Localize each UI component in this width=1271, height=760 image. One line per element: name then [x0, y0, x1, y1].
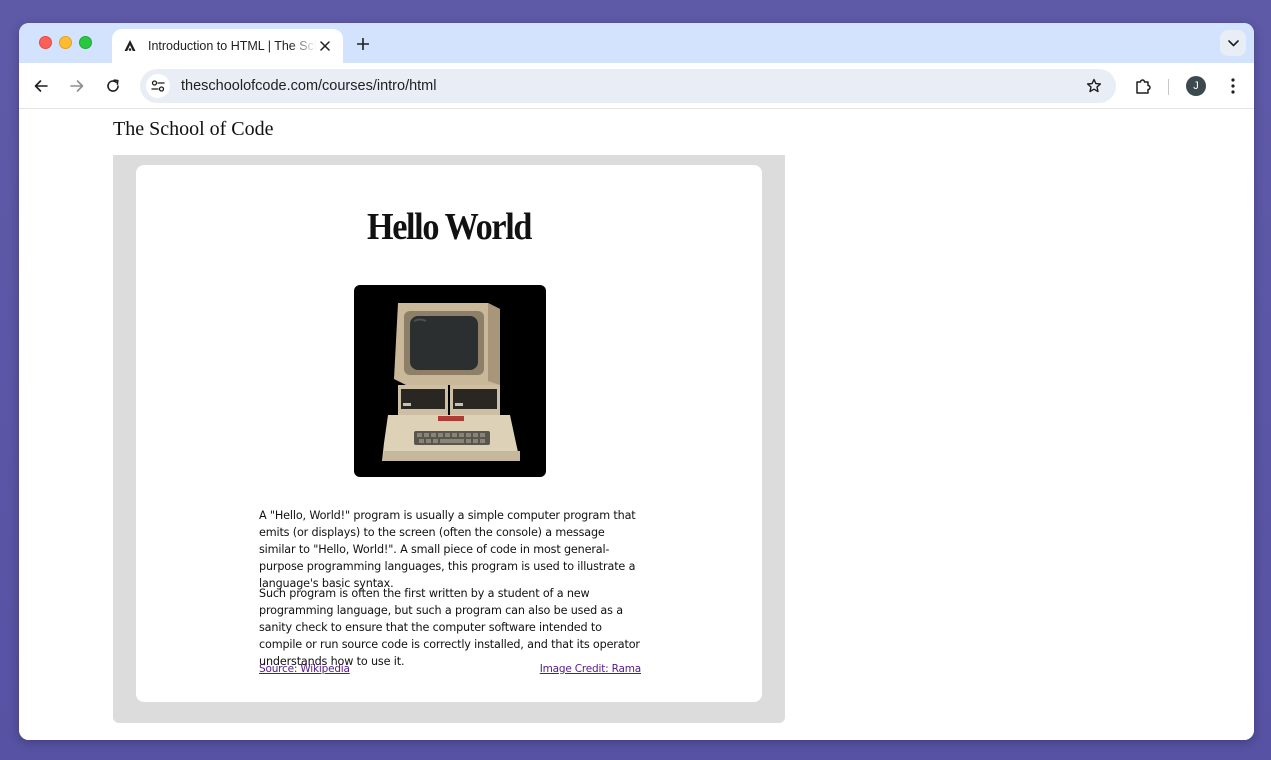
kebab-menu-icon[interactable] — [1223, 75, 1243, 97]
source-link[interactable]: Source: Wikipedia — [259, 663, 350, 675]
bookmark-star-icon[interactable] — [1084, 76, 1104, 96]
second-paragraph: Such program is often the first written … — [259, 587, 640, 668]
browser-toolbar: theschoolofcode.com/courses/intro/html J — [19, 63, 1254, 109]
site-title: The School of Code — [113, 118, 274, 140]
tab-strip: Introduction to HTML | The School of Cod… — [19, 23, 1254, 63]
reload-icon[interactable] — [101, 74, 125, 98]
image-credit-link[interactable]: Image Credit: Rama — [540, 663, 641, 675]
site-favicon-icon — [122, 38, 138, 54]
back-arrow-icon[interactable] — [29, 74, 53, 98]
extensions-puzzle-icon[interactable] — [1132, 75, 1154, 97]
close-window-button[interactable] — [39, 36, 52, 49]
url-text[interactable]: theschoolofcode.com/courses/intro/html — [181, 78, 437, 94]
address-bar[interactable]: theschoolofcode.com/courses/intro/html — [140, 69, 1116, 103]
profile-avatar[interactable]: J — [1186, 76, 1206, 96]
tab-search-chevron-down-icon[interactable] — [1220, 30, 1246, 56]
tab-close-icon[interactable] — [317, 38, 333, 54]
apple-ii-computer-photo — [354, 285, 546, 477]
minimize-window-button[interactable] — [59, 36, 72, 49]
tab-active[interactable]: Introduction to HTML | The School of Cod… — [112, 29, 343, 63]
content-card: Hello World A "Hello, World!" program is… — [136, 165, 762, 702]
tab-title: Introduction to HTML | The School of Cod… — [148, 39, 316, 53]
site-info-tune-icon[interactable] — [146, 74, 170, 98]
page-heading: Hello World — [366, 206, 532, 248]
new-tab-plus-icon[interactable] — [353, 34, 373, 54]
toolbar-divider — [1168, 79, 1169, 95]
preview-frame: Hello World A "Hello, World!" program is… — [113, 155, 785, 723]
forward-arrow-icon[interactable] — [65, 74, 89, 98]
page-viewport: The School of Code Hello World A "Hello,… — [19, 110, 1254, 740]
browser-window: Introduction to HTML | The School of Cod… — [19, 23, 1254, 740]
intro-paragraph: A "Hello, World!" program is usually a s… — [259, 509, 636, 590]
maximize-window-button[interactable] — [79, 36, 92, 49]
